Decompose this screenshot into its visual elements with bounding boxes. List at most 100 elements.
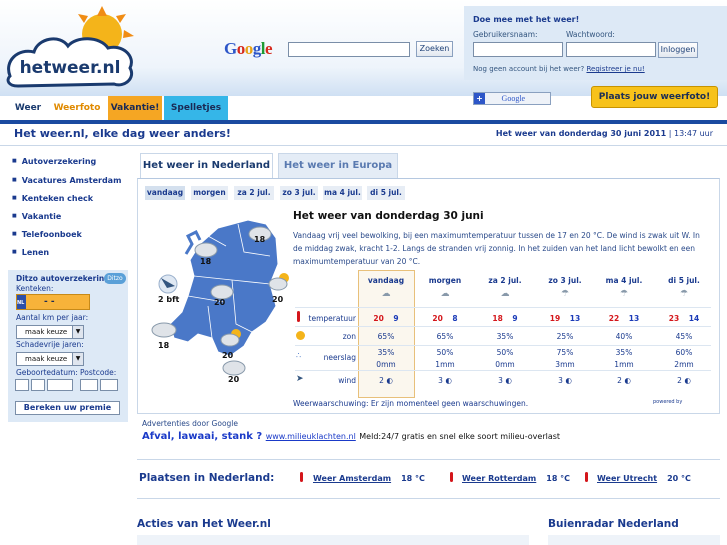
tab-weer-europa[interactable]: Het weer in Europa xyxy=(278,153,398,178)
google-logo: Google xyxy=(224,39,273,58)
time-text: | 13:47 uur xyxy=(668,129,713,138)
tab-weerfoto[interactable]: Weerfoto xyxy=(48,96,106,120)
search-button[interactable]: Zoeken xyxy=(416,41,453,57)
place-rotterdam[interactable]: Weer Rotterdam 18 °C xyxy=(462,474,570,483)
map-temp-1: 18 xyxy=(254,235,266,244)
plus-icon: + xyxy=(474,93,485,104)
date-text: Het weer van donderdag 30 juni 2011 xyxy=(495,129,667,138)
google-toolbar-button[interactable]: + Google xyxy=(473,92,551,105)
ad-title[interactable]: Afval, lawaai, stank ? xyxy=(142,431,262,442)
rain-cloud-icon: ☂ xyxy=(679,289,689,299)
forecast-sun-2: 35% xyxy=(496,332,514,341)
thermometer-icon xyxy=(585,472,588,482)
place-amsterdam[interactable]: Weer Amsterdam 18 °C xyxy=(313,474,425,483)
register-link[interactable]: Registreer je nu! xyxy=(586,65,644,73)
km-select-value: maak keuze xyxy=(25,328,68,336)
calculate-premium-button[interactable]: Bereken uw premie xyxy=(15,401,120,415)
place-utrecht-link[interactable]: Weer Utrecht xyxy=(597,474,657,483)
sidebar-item-telefoonboek[interactable]: Telefoonboek xyxy=(12,230,82,239)
forecast-day-1: morgen xyxy=(428,276,462,285)
wind-arrow-icon: ◐ xyxy=(386,376,393,385)
row-label-sun: zon xyxy=(342,332,356,341)
place-utrecht[interactable]: Weer Utrecht 20 °C xyxy=(597,474,691,483)
forecast-temp-0: 20 9 xyxy=(373,314,399,323)
birth-year-field[interactable] xyxy=(47,379,73,391)
tab-weer[interactable]: Weer xyxy=(8,96,48,120)
buienradar-heading: Buienradar Nederland xyxy=(548,518,679,530)
forecast-day-4: ma 4 jul. xyxy=(605,276,643,285)
birth-day-field[interactable] xyxy=(15,379,29,391)
sidebar-item-lenen[interactable]: Lenen xyxy=(12,248,49,257)
license-plate-input[interactable]: NL - - xyxy=(16,294,90,310)
wind-arrow-icon: ◐ xyxy=(445,376,452,385)
wind-direction-icon xyxy=(158,274,178,294)
weather-warning: Weerwaarschuwing: Er zijn momenteel geen… xyxy=(293,399,529,408)
sidebar-item-vakantie[interactable]: Vakantie xyxy=(12,212,62,221)
postcode-digits-field[interactable] xyxy=(80,379,98,391)
weather-title: Het weer van donderdag 30 juni xyxy=(293,210,484,222)
wind-arrow-icon: ◐ xyxy=(684,376,691,385)
forecast-day-5: di 5 jul. xyxy=(668,276,700,285)
rain-cloud-icon: ☂ xyxy=(560,289,570,299)
password-label: Wachtwoord: xyxy=(566,30,615,39)
tab-spelletjes[interactable]: Spelletjes xyxy=(164,96,228,120)
place-rotterdam-link[interactable]: Weer Rotterdam xyxy=(462,474,536,483)
tab-weer-nederland[interactable]: Het weer in Nederland xyxy=(140,153,273,178)
google-toolbar-label: Google xyxy=(501,94,526,103)
day-tab-4[interactable]: ma 4 jul. xyxy=(323,186,362,200)
ad-url[interactable]: www.milieuklachten.nl xyxy=(266,432,356,441)
postcode-letters-field[interactable] xyxy=(100,379,118,391)
wind-arrow-icon: ◐ xyxy=(505,376,512,385)
sidebar-item-autoverzekering[interactable]: Autoverzekering xyxy=(12,157,97,166)
sidebar-item-vacatures[interactable]: Vacatures Amsterdam xyxy=(12,176,122,185)
forecast-rain-pct-2: 50% xyxy=(496,348,514,357)
acties-heading: Acties van Het Weer.nl xyxy=(137,518,271,530)
forecast-wind-4: 2 ◐ xyxy=(617,376,631,385)
sidebar-item-kenteken[interactable]: Kenteken check xyxy=(12,194,93,203)
place-amsterdam-link[interactable]: Weer Amsterdam xyxy=(313,474,391,483)
schade-select[interactable]: maak keuze ▼ xyxy=(16,352,84,366)
forecast-rain-mm-2: 0mm xyxy=(495,360,515,369)
birth-month-field[interactable] xyxy=(31,379,45,391)
map-temp-7: 20 xyxy=(228,375,240,384)
netherlands-weather-map[interactable]: 2 bft 18 18 20 20 18 20 20 xyxy=(148,206,290,386)
forecast-wind-2: 3 ◐ xyxy=(498,376,512,385)
site-header: hetweer.nl Google Zoeken Doe mee met het… xyxy=(0,0,727,108)
page-date: Het weer van donderdag 30 juni 2011 | 13… xyxy=(496,129,713,138)
km-select[interactable]: maak keuze ▼ xyxy=(16,325,84,339)
username-field[interactable] xyxy=(473,42,563,57)
hetweer-logo[interactable]: hetweer.nl xyxy=(4,6,136,90)
cloud-icon: ☁ xyxy=(381,289,391,299)
day-tab-0[interactable]: vandaag xyxy=(145,186,185,200)
upload-photo-button[interactable]: Plaats jouw weerfoto! xyxy=(591,86,718,108)
day-tab-3[interactable]: zo 3 jul. xyxy=(280,186,318,200)
map-temp-6: 20 xyxy=(222,351,234,360)
login-panel: Doe mee met het weer! Gebruikersnaam: Wa… xyxy=(464,6,727,80)
forecast-day-2: za 2 jul. xyxy=(488,276,522,285)
search-input[interactable] xyxy=(288,42,410,57)
insurance-widget: Ditzo autoverzekering Ditzo Kenteken: Aa… xyxy=(8,270,128,422)
login-title: Doe mee met het weer! xyxy=(473,15,580,24)
ads-label[interactable]: Advertenties door Google xyxy=(142,419,238,428)
forecast-day-0: vandaag xyxy=(367,276,405,285)
password-field[interactable] xyxy=(566,42,656,57)
forecast-temp-5: 23 14 xyxy=(668,314,700,323)
forecast-sun-5: 45% xyxy=(675,332,693,341)
forecast-rain-pct-0: 35% xyxy=(377,348,395,357)
day-tab-5[interactable]: di 5 jul. xyxy=(367,186,405,200)
login-button[interactable]: Inloggen xyxy=(658,42,698,58)
cloud-icon xyxy=(222,360,246,376)
forecast-wind-5: 2 ◐ xyxy=(677,376,691,385)
row-label-rain: neerslag xyxy=(323,353,356,362)
km-label: Aantal km per jaar: xyxy=(16,313,89,322)
plate-text: - - xyxy=(44,297,55,307)
place-amsterdam-temp: 18 °C xyxy=(401,474,425,483)
map-temp-5: 18 xyxy=(158,341,170,350)
tab-vakantie[interactable]: Vakantie! xyxy=(108,96,162,120)
forecast-rain-pct-5: 60% xyxy=(675,348,693,357)
day-tab-1[interactable]: morgen xyxy=(191,186,228,200)
ad-block[interactable]: Afval, lawaai, stank ? www.milieuklachte… xyxy=(142,431,560,442)
forecast-sun-3: 25% xyxy=(556,332,574,341)
day-tab-2[interactable]: za 2 jul. xyxy=(234,186,274,200)
postcode-label: Postcode: xyxy=(80,368,117,377)
